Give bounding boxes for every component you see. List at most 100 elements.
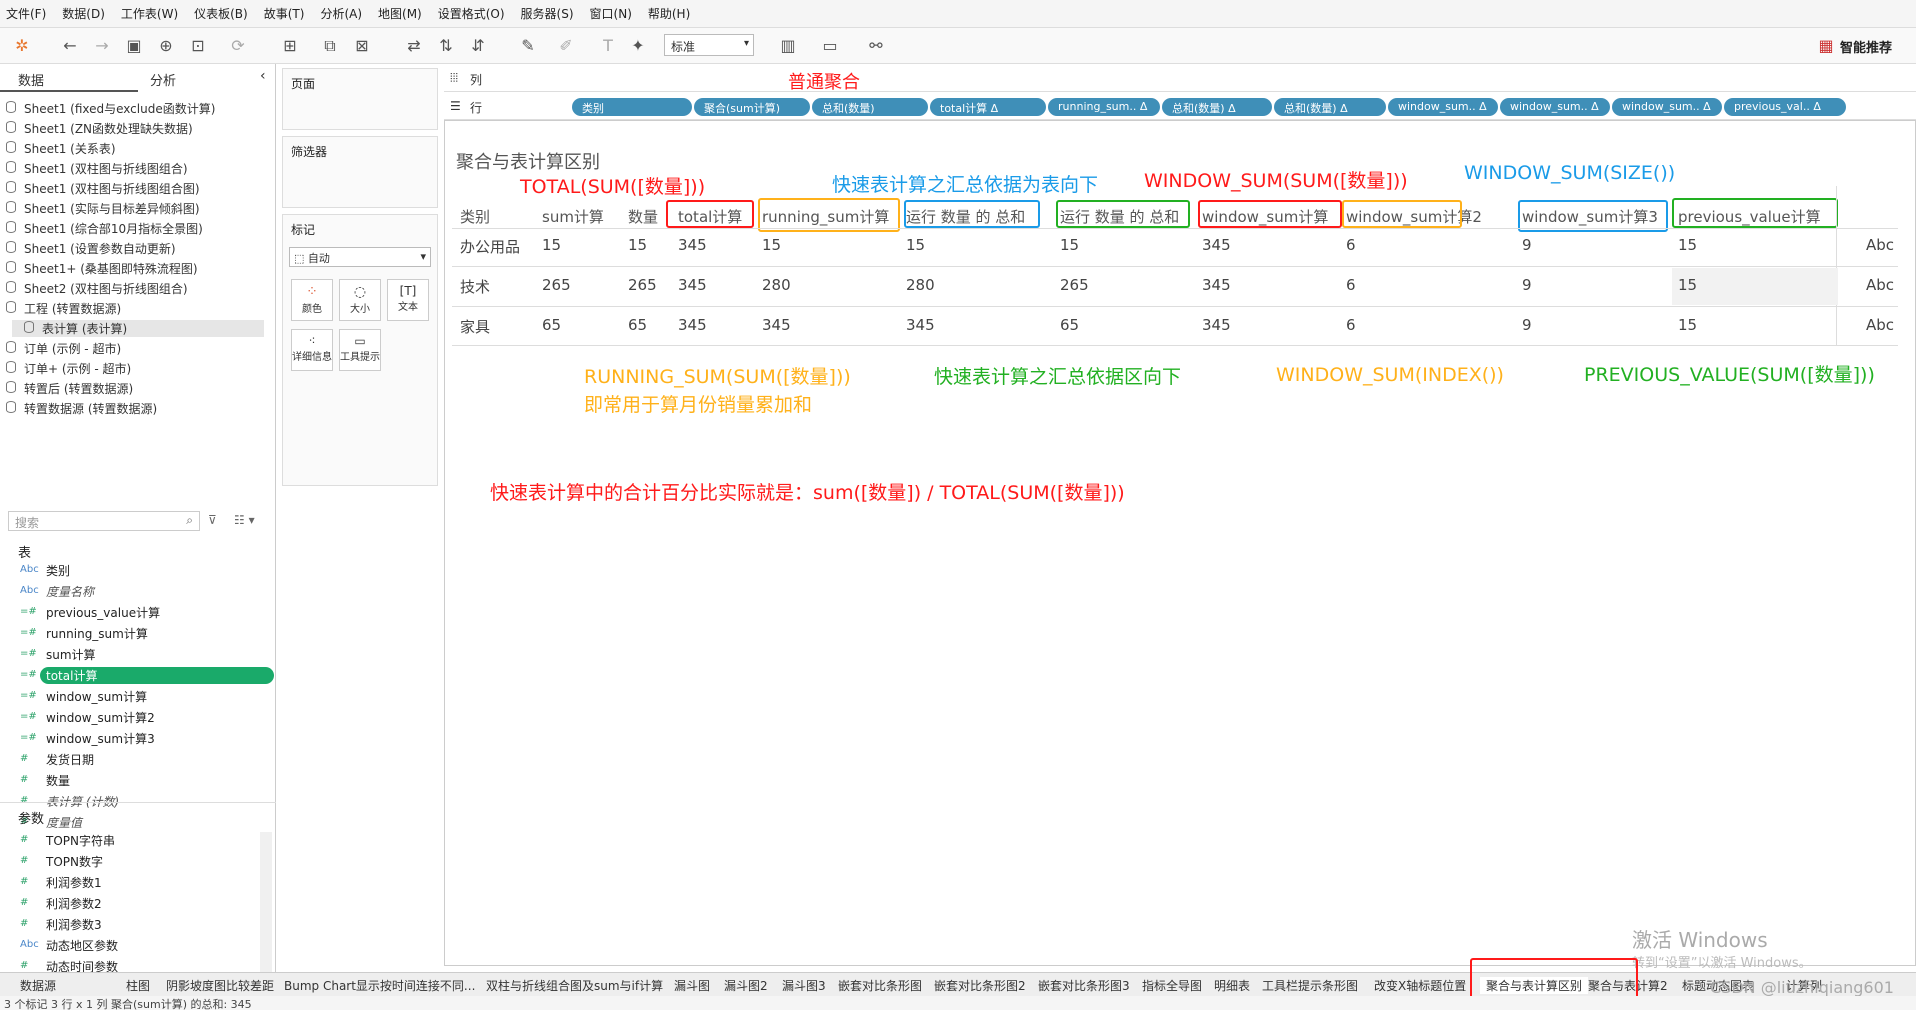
menu-item[interactable]: 服务器(S) [521, 5, 574, 22]
fit-select[interactable]: 标准 ▾ [664, 34, 754, 56]
size-mark-button[interactable]: ◌ 大小 [339, 279, 381, 321]
row-pill[interactable]: previous_val.. Δ [1724, 98, 1846, 116]
datasource-item[interactable]: 表计算 (表计算) [12, 320, 264, 337]
datasource-item[interactable]: Sheet1 (双柱图与折线图组合) [6, 160, 188, 177]
tab-data[interactable]: 数据 [18, 70, 44, 89]
field-item[interactable]: 利润参数2 [46, 895, 102, 912]
text-mark-button[interactable]: [T] 文本 [387, 279, 429, 321]
datasource-item[interactable]: Sheet1 (综合部10月指标全景图) [6, 220, 203, 237]
menu-item[interactable]: 窗口(N) [590, 5, 632, 22]
sheet-tab[interactable]: 嵌套对比条形图3 [1038, 977, 1130, 994]
menu-item[interactable]: 仪表板(B) [194, 5, 248, 22]
sheet-tab[interactable]: 漏斗图2 [724, 977, 768, 994]
pause-update-icon[interactable]: ⊡ [188, 36, 208, 56]
menu-item[interactable]: 地图(M) [378, 5, 422, 22]
pages-card[interactable]: 页面 [282, 68, 438, 130]
search-input[interactable]: 搜索 ⌕ [8, 511, 200, 531]
smart-recommend-button[interactable]: 智能推荐 [1840, 37, 1892, 56]
swap-icon[interactable]: ⇄ [404, 36, 424, 56]
field-item[interactable]: window_sum计算 [46, 688, 147, 705]
row-pill[interactable]: 总和(数量) [812, 98, 928, 116]
row-pill[interactable]: running_sum.. Δ [1048, 98, 1160, 116]
field-item[interactable]: 度量名称 [46, 583, 94, 600]
sheet-tab[interactable]: 漏斗图 [674, 977, 710, 994]
new-worksheet-icon[interactable]: ⊞ [280, 36, 300, 56]
sort-asc-icon[interactable]: ⇅ [436, 36, 456, 56]
save-icon[interactable]: ▣ [124, 36, 144, 56]
share-icon[interactable]: ⚯ [866, 36, 886, 56]
show-me-icon[interactable]: ▥ [778, 36, 798, 56]
mark-type-select[interactable]: ⬚ 自动 ▾ [289, 247, 431, 267]
datasource-item[interactable]: 订单 (示例 - 超市) [6, 340, 121, 357]
menu-item[interactable]: 故事(T) [264, 5, 305, 22]
rows-shelf[interactable]: ☰ 行 类别 聚合(sum计算) 总和(数量) total计算 Δrunning_su… [444, 94, 1916, 120]
collapse-icon[interactable]: ‹ [260, 68, 266, 84]
datasource-item[interactable]: 转置数据源 (转置数据源) [6, 400, 157, 417]
field-item[interactable]: 数量 [46, 772, 70, 789]
redo-icon[interactable]: → [92, 36, 112, 56]
menu-item[interactable]: 数据(D) [62, 5, 105, 22]
datasource-item[interactable]: Sheet1 (fixed与exclude函数计算) [6, 100, 215, 117]
field-item[interactable]: 动态地区参数 [46, 937, 118, 954]
sheet-tab[interactable]: 双柱与折线组合图及sum与if计算 [486, 977, 663, 994]
clear-icon[interactable]: ⊠ [352, 36, 372, 56]
sheet-tab[interactable]: 数据源 [20, 977, 56, 994]
datasource-item[interactable]: Sheet1 (设置参数自动更新) [6, 240, 176, 257]
params-scrollbar[interactable] [260, 832, 272, 972]
pin-icon[interactable]: ✦ [628, 36, 648, 56]
sheet-tab[interactable]: Bump Chart显示按时间连接不同... [284, 977, 475, 994]
datasource-item[interactable]: Sheet1 (ZN函数处理缺失数据) [6, 120, 193, 137]
field-item[interactable]: window_sum计算2 [46, 709, 155, 726]
field-item[interactable]: running_sum计算 [46, 625, 148, 642]
view-options-icon[interactable]: ☷ ▾ [234, 513, 255, 527]
row-pill[interactable]: 总和(数量) Δ [1274, 98, 1386, 116]
datasource-item[interactable]: Sheet2 (双柱图与折线图组合) [6, 280, 188, 297]
field-item[interactable]: TOPN字符串 [46, 832, 115, 849]
sort-desc-icon[interactable]: ⇵ [468, 36, 488, 56]
detail-mark-button[interactable]: ⁖ 详细信息 [291, 329, 333, 371]
datasource-item[interactable]: Sheet1 (实际与目标差异倾斜图) [6, 200, 200, 217]
menu-item[interactable]: 帮助(H) [648, 5, 690, 22]
row-pill[interactable]: 类别 [572, 98, 692, 116]
duplicate-icon[interactable]: ⧉ [320, 36, 340, 56]
sheet-tab[interactable]: 柱图 [126, 977, 150, 994]
menu-item[interactable]: 工作表(W) [121, 5, 178, 22]
sheet-tab[interactable]: 嵌套对比条形图 [838, 977, 922, 994]
row-pill[interactable]: total计算 Δ [930, 98, 1046, 116]
field-item[interactable]: 利润参数1 [46, 874, 102, 891]
field-item[interactable]: 类别 [46, 562, 70, 579]
sheet-tab[interactable]: 漏斗图3 [782, 977, 826, 994]
sheet-tab[interactable]: 阴影坡度图比较差距 [166, 977, 274, 994]
presentation-icon[interactable]: ▭ [820, 36, 840, 56]
sheet-tab[interactable]: 明细表 [1214, 977, 1250, 994]
field-item[interactable]: sum计算 [46, 646, 96, 663]
datasource-item[interactable]: Sheet1+ (桑基图即特殊流程图) [6, 260, 198, 277]
sheet-tab[interactable]: 指标全导图 [1142, 977, 1202, 994]
field-item[interactable]: 度量值 [46, 814, 82, 831]
datasource-item[interactable]: 工程 (转置数据源) [6, 300, 121, 317]
field-item[interactable]: previous_value计算 [46, 604, 160, 621]
field-item[interactable]: total计算 [40, 667, 274, 684]
field-item[interactable]: TOPN数字 [46, 853, 103, 870]
sheet-tab[interactable]: 嵌套对比条形图2 [934, 977, 1026, 994]
color-mark-button[interactable]: ⁘ 颜色 [291, 279, 333, 321]
menu-item[interactable]: 设置格式(O) [438, 5, 505, 22]
sheet-tab[interactable]: 改变X轴标题位置 [1374, 977, 1466, 994]
datasource-item[interactable]: 订单+ (示例 - 超市) [6, 360, 131, 377]
tooltip-mark-button[interactable]: ▭ 工具提示 [339, 329, 381, 371]
row-pill[interactable]: window_sum.. Δ [1500, 98, 1610, 116]
menu-item[interactable]: 分析(A) [320, 5, 362, 22]
datasource-item[interactable]: Sheet1 (关系表) [6, 140, 116, 157]
refresh-icon[interactable]: ⟳ [228, 36, 248, 56]
columns-shelf[interactable]: ⦙⦙⦙ 列 普通聚合 [444, 66, 1916, 93]
filter-icon[interactable]: ⊽ [208, 513, 217, 527]
new-datasource-icon[interactable]: ⊕ [156, 36, 176, 56]
menu-item[interactable]: 文件(F) [6, 5, 46, 22]
sheet-tab[interactable]: 工具栏提示条形图 [1262, 977, 1358, 994]
group-icon[interactable]: ✐ [556, 36, 576, 56]
datasource-item[interactable]: 转置后 (转置数据源) [6, 380, 133, 397]
field-item[interactable]: 利润参数3 [46, 916, 102, 933]
datasource-item[interactable]: Sheet1 (双柱图与折线图组合图) [6, 180, 200, 197]
smart-recommend-icon[interactable]: ▦ [1816, 36, 1836, 56]
highlight-icon[interactable]: ✎ [518, 36, 538, 56]
